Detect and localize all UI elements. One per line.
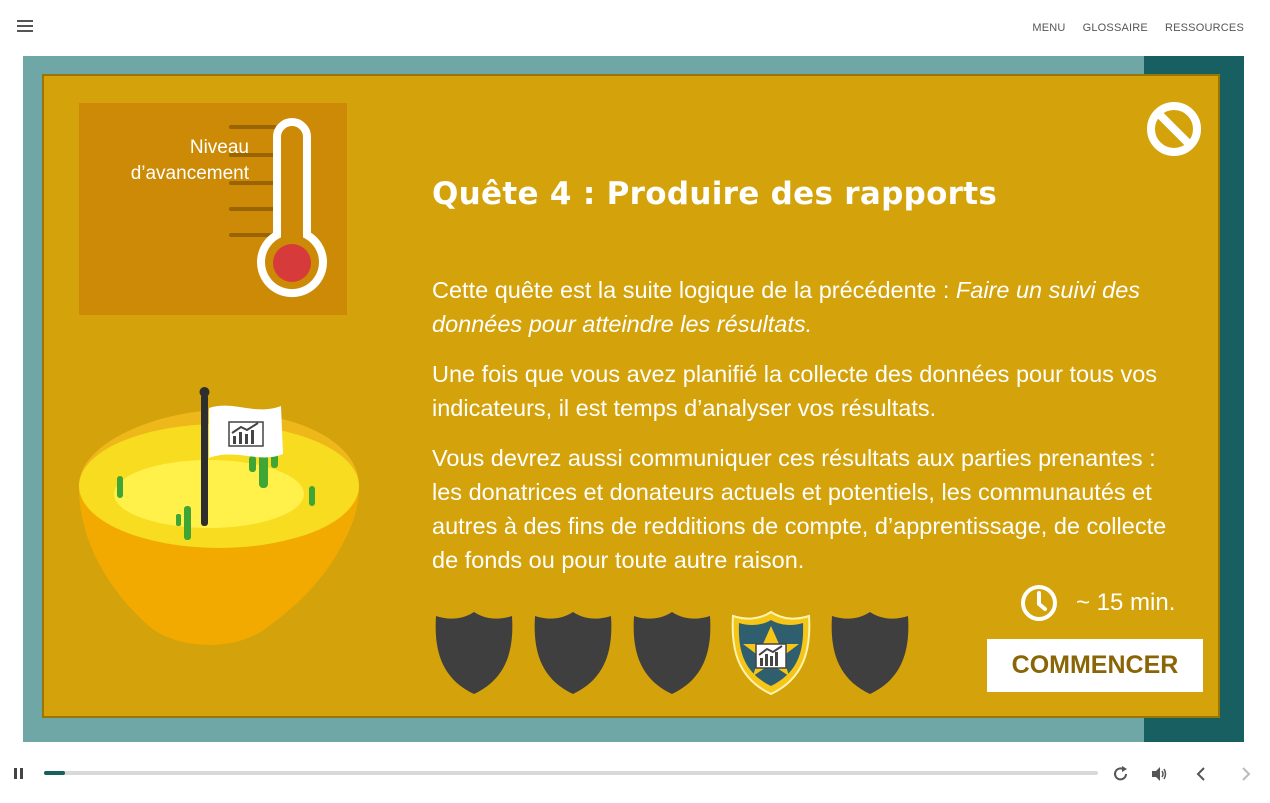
- description-paragraph-2: Une fois que vous avez planifié la colle…: [432, 361, 1158, 421]
- chevron-right-icon[interactable]: [1236, 764, 1256, 784]
- duration-label: ~ 15 min.: [1076, 589, 1176, 616]
- top-bar: MENU GLOSSAIRE RESSOURCES: [0, 0, 1270, 55]
- progress-fill: [44, 771, 66, 775]
- pause-button[interactable]: [12, 766, 26, 782]
- badge-locked-3[interactable]: [632, 608, 712, 698]
- quest-description: Cette quête est la suite logique de la p…: [432, 273, 1172, 593]
- no-entry-icon[interactable]: [1146, 101, 1202, 157]
- badge-locked-2[interactable]: [533, 608, 613, 698]
- chevron-left-icon[interactable]: [1191, 764, 1211, 784]
- hamburger-icon[interactable]: [17, 20, 33, 32]
- quest-title: Quête 4 : Produire des rapports: [432, 176, 998, 212]
- nav-ressources-link[interactable]: RESSOURCES: [1165, 22, 1244, 34]
- player-controls: [0, 752, 1270, 803]
- quest-panel: Niveau d’avancement Quête 4 : Produire d…: [42, 74, 1220, 718]
- badge-locked-1[interactable]: [434, 608, 514, 698]
- top-nav: MENU GLOSSAIRE RESSOURCES: [1032, 22, 1244, 34]
- description-paragraph-1: Cette quête est la suite logique de la p…: [432, 273, 1172, 341]
- desert-island-illustration: [79, 387, 359, 645]
- paragraph-1-text: Cette quête est la suite logique de la p…: [432, 277, 956, 303]
- clock-icon: [1021, 585, 1057, 621]
- badge-locked-5[interactable]: [830, 608, 910, 698]
- nav-glossaire-link[interactable]: GLOSSAIRE: [1083, 22, 1148, 34]
- thermometer-icon: [229, 118, 327, 298]
- course-stage: 0/5 Niveau d’avancement Quête: [23, 56, 1244, 742]
- description-paragraph-3: Vous devrez aussi communiquer ces résult…: [432, 445, 1167, 573]
- start-button[interactable]: COMMENCER: [987, 639, 1203, 692]
- replay-icon[interactable]: [1111, 764, 1131, 784]
- nav-menu-link[interactable]: MENU: [1032, 22, 1065, 34]
- duration: ~ 15 min.: [1020, 584, 1175, 622]
- progress-bar[interactable]: [44, 771, 1098, 775]
- volume-icon[interactable]: [1149, 764, 1169, 784]
- progress-level-box: Niveau d’avancement: [79, 103, 347, 315]
- badge-active-reports[interactable]: [731, 608, 811, 698]
